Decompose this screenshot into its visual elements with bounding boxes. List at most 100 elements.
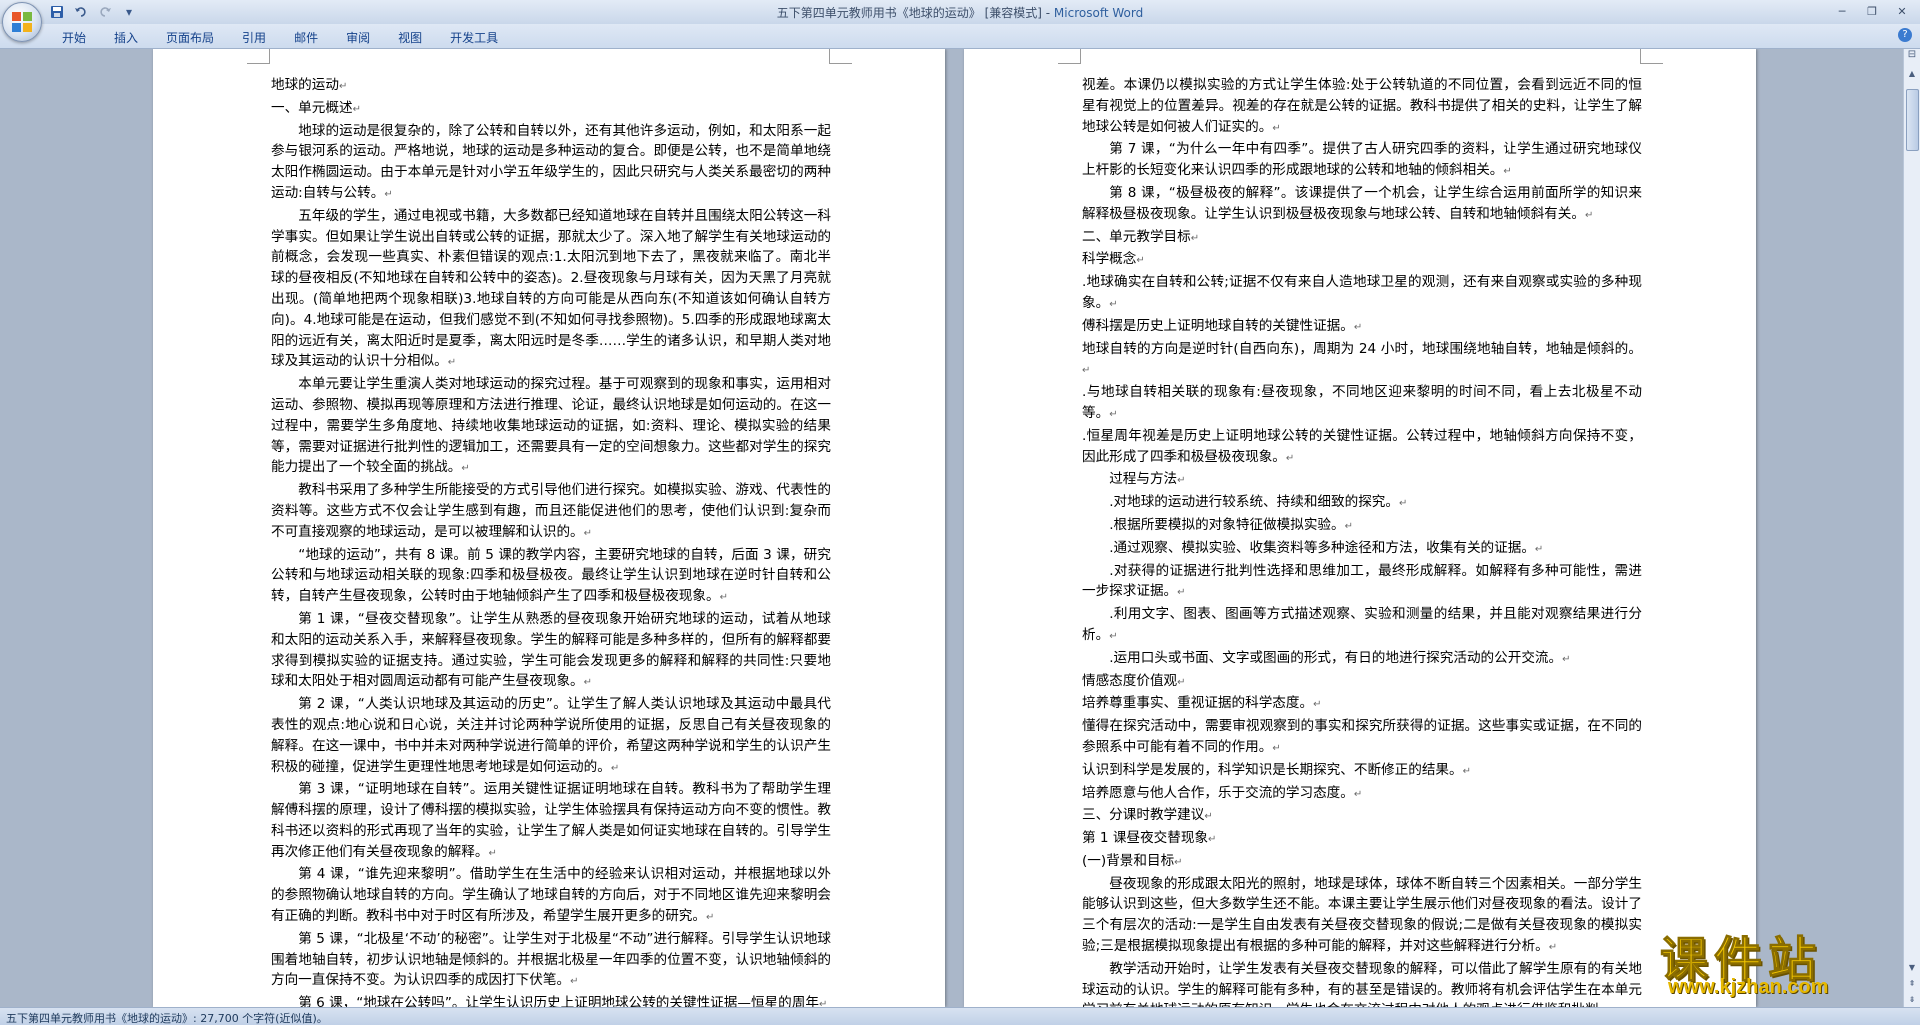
paragraph[interactable]: 培养愿意与他人合作，乐于交流的学习态度。↵ — [1082, 783, 1642, 806]
paragraph[interactable]: .根据所要模拟的对象特征做模拟实验。↵ — [1082, 515, 1642, 538]
paragraph-mark-icon: ↵ — [1136, 255, 1145, 267]
paragraph-text: .根据所要模拟的对象特征做模拟实验。 — [1109, 516, 1345, 533]
document-page-2[interactable]: 视差。本课仍以模拟实验的方式让学生体验:处于公转轨道的不同位置，会看到远近不同的… — [964, 49, 1756, 1007]
paragraph[interactable]: 第 1 课，“昼夜交替现象”。让学生从熟悉的昼夜现象开始研究地球的运动，试着从地… — [271, 609, 831, 694]
paragraph[interactable]: 本单元要让学生重演人类对地球运动的探究过程。基于可观察到的现象和事实，运用相对运… — [271, 374, 831, 480]
watermark: 课件站 www.kjzhan.com — [1659, 920, 1910, 1000]
paragraph-text: 二、单元教学目标 — [1082, 228, 1191, 245]
paragraph[interactable]: 懂得在探究活动中，需要审视观察到的事实和探究所获得的证据。这些事实或证据，在不同… — [1082, 716, 1642, 760]
paragraph-mark-icon: ↵ — [1109, 408, 1118, 420]
page-2-text[interactable]: 视差。本课仍以模拟实验的方式让学生体验:处于公转轨道的不同位置，会看到远近不同的… — [1082, 75, 1642, 1007]
paragraph[interactable]: 三、分课时教学建议↵ — [1082, 805, 1642, 828]
paragraph-text: .通过观察、模拟实验、收集资料等多种途径和方法，收集有关的证据。 — [1109, 539, 1535, 556]
paragraph[interactable]: 第 3 课，“证明地球在自转”。运用关键性证据证明地球在自转。教科书为了帮助学生… — [271, 779, 831, 864]
paragraph[interactable]: .对地球的运动进行较系统、持续和细致的探究。↵ — [1082, 492, 1642, 515]
help-icon[interactable]: ? — [1898, 28, 1912, 42]
paragraph[interactable]: “地球的运动”，共有 8 课。前 5 课的教学内容，主要研究地球的自转，后面 3… — [271, 545, 831, 609]
paragraph[interactable]: 第 7 课，“为什么一年中有四季”。提供了古人研究四季的资料，让学生通过研究地球… — [1082, 139, 1642, 183]
margin-mark — [1640, 49, 1663, 64]
status-bar: 五下第四单元教师用书《地球的运动》: 27,700 个字符(近似值)。 — [0, 1007, 1920, 1025]
paragraph-text: 教学活动开始时，让学生发表有关昼夜交替现象的解释，可以借此了解学生原有的有关地球… — [1082, 960, 1642, 1007]
paragraph[interactable]: 情感态度价值观↵ — [1082, 671, 1642, 694]
paragraph-text: .对获得的证据进行批判性选择和思维加工，最终形成解释。如解释有多种可能性，需进一… — [1082, 562, 1642, 600]
paragraph-mark-icon: ↵ — [488, 847, 497, 859]
paragraph[interactable]: 第 4 课，“谁先迎来黎明”。借助学生在生活中的经验来认识相对运动，并根据地球以… — [271, 864, 831, 928]
paragraph-mark-icon: ↵ — [1174, 856, 1183, 868]
paragraph[interactable]: .恒星周年视差是历史上证明地球公转的关键性证据。公转过程中，地轴倾斜方向保持不变… — [1082, 426, 1642, 470]
paragraph[interactable]: .利用文字、图表、图画等方式描述观察、实验和测量的结果，并且能对观察结果进行分析… — [1082, 604, 1642, 648]
paragraph-mark-icon: ↵ — [1344, 520, 1353, 532]
paragraph[interactable]: 科学概念↵ — [1082, 249, 1642, 272]
paragraph[interactable]: .地球确实在自转和公转;证据不仅有来自人造地球卫星的观测，还有来自观察或实验的多… — [1082, 272, 1642, 316]
tab-view[interactable]: 视图 — [384, 27, 436, 48]
paragraph[interactable]: 视差。本课仍以模拟实验的方式让学生体验:处于公转轨道的不同位置，会看到远近不同的… — [1082, 75, 1642, 139]
paragraph[interactable]: .对获得的证据进行批判性选择和思维加工，最终形成解释。如解释有多种可能性，需进一… — [1082, 561, 1642, 605]
tab-references[interactable]: 引用 — [228, 27, 280, 48]
tab-review[interactable]: 审阅 — [332, 27, 384, 48]
office-button[interactable] — [2, 2, 42, 42]
status-text: 五下第四单元教师用书《地球的运动》: 27,700 个字符(近似值)。 — [6, 1012, 328, 1025]
paragraph[interactable]: 地球的运动是很复杂的，除了公转和自转以外，还有其他许多运动，例如，和太阳系一起参… — [271, 121, 831, 206]
paragraph-text: 第 4 课，“谁先迎来黎明”。借助学生在生活中的经验来认识相对运动，并根据地球以… — [271, 866, 831, 925]
margin-mark — [1058, 49, 1081, 64]
paragraph[interactable]: 第 6 课，“地球在公转吗”。让学生认识历史上证明地球公转的关键性证据—恒星的周… — [271, 993, 831, 1007]
vertical-scrollbar[interactable]: ⊟ ▲ ▼ ⇞ ⇟ — [1903, 49, 1920, 1007]
paragraph[interactable]: .通过观察、模拟实验、收集资料等多种途径和方法，收集有关的证据。↵ — [1082, 538, 1642, 561]
paragraph[interactable]: 昼夜现象的形成跟太阳光的照射，地球是球体，球体不断自转三个因素相关。一部分学生能… — [1082, 874, 1642, 959]
paragraph-text: 培养愿意与他人合作，乐于交流的学习态度。 — [1082, 784, 1354, 801]
paragraph[interactable]: 第 2 课，“人类认识地球及其运动的历史”。让学生了解人类认识地球及其运动中最具… — [271, 694, 831, 779]
tab-mailings[interactable]: 邮件 — [280, 27, 332, 48]
paragraph[interactable]: 第 8 课，“极昼极夜的解释”。该课提供了一个机会，让学生综合运用前面所学的知识… — [1082, 183, 1642, 227]
tab-home[interactable]: 开始 — [48, 27, 100, 48]
paragraph[interactable]: 一、单元概述↵ — [271, 98, 831, 121]
ruler-toggle-icon[interactable]: ⊟ — [1904, 49, 1920, 65]
tab-insert[interactable]: 插入 — [100, 27, 152, 48]
paragraph-mark-icon: ↵ — [1353, 788, 1363, 800]
paragraph-mark-icon: ↵ — [1177, 676, 1186, 688]
paragraph[interactable]: .运用口头或书面、文字或图画的形式，有日的地进行探究活动的公开交流。↵ — [1082, 648, 1642, 671]
paragraph[interactable]: 傅科摆是历史上证明地球自转的关键性证据。↵ — [1082, 316, 1642, 339]
paragraph[interactable]: 第 5 课，“北极星‘不动’的秘密”。让学生对于北极星“不动”进行解释。引导学生… — [271, 929, 831, 993]
paragraph[interactable]: (一)背景和目标↵ — [1082, 851, 1642, 874]
restore-icon[interactable]: ❐ — [1858, 2, 1886, 20]
paragraph[interactable]: 培养尊重事实、重视证据的科学态度。↵ — [1082, 693, 1642, 716]
paragraph-text: 昼夜现象的形成跟太阳光的照射，地球是球体，球体不断自转三个因素相关。一部分学生能… — [1082, 875, 1642, 955]
paragraph-mark-icon: ↵ — [352, 103, 361, 115]
paragraph-mark-icon: ↵ — [1208, 834, 1217, 846]
paragraph-mark-icon: ↵ — [1398, 498, 1408, 510]
tab-developer[interactable]: 开发工具 — [436, 27, 512, 48]
paragraph[interactable]: 认识到科学是发展的，科学知识是长期探究、不断修正的结果。↵ — [1082, 760, 1642, 783]
paragraph-text: .地球确实在自转和公转;证据不仅有来自人造地球卫星的观测，还有来自观察或实验的多… — [1082, 274, 1642, 311]
paragraph[interactable]: 第 1 课昼夜交替现象↵ — [1082, 828, 1642, 851]
paragraph-text: 教科书采用了多种学生所能接受的方式引导他们进行探究。如模拟实验、游戏、代表性的资… — [271, 482, 831, 540]
scroll-up-icon[interactable]: ▲ — [1904, 65, 1920, 81]
paragraph[interactable]: 五年级的学生，通过电视或书籍，大多数都已经知道地球在自转并且围绕太阳公转这一科学… — [271, 206, 831, 374]
paragraph[interactable]: .与地球自转相关联的现象有:昼夜现象，不同地区迎来黎明的时间不同，看上去北极星不… — [1082, 382, 1642, 426]
paragraph-mark-icon: ↵ — [583, 527, 593, 539]
paragraph-mark-icon: ↵ — [1503, 166, 1512, 178]
paragraph-mark-icon: ↵ — [1272, 742, 1281, 754]
tab-page-layout[interactable]: 页面布局 — [152, 27, 228, 48]
paragraph-text: 五年级的学生，通过电视或书籍，大多数都已经知道地球在自转并且围绕太阳公转这一科学… — [271, 207, 831, 370]
paragraph-mark-icon: ↵ — [1285, 452, 1295, 464]
paragraph[interactable]: 教科书采用了多种学生所能接受的方式引导他们进行探究。如模拟实验、游戏、代表性的资… — [271, 480, 831, 544]
title-bar: ▾ 五下第四单元教师用书《地球的运动》 [兼容模式] - Microsoft W… — [0, 0, 1920, 25]
paragraph-text: “地球的运动”，共有 8 课。前 5 课的教学内容，主要研究地球的自转，后面 3… — [271, 546, 831, 605]
paragraph-mark-icon: ↵ — [1534, 543, 1544, 555]
paragraph-text: 视差。本课仍以模拟实验的方式让学生体验:处于公转轨道的不同位置，会看到远近不同的… — [1082, 77, 1642, 135]
scrollbar-thumb[interactable] — [1906, 89, 1919, 151]
minimize-icon[interactable]: ─ — [1828, 2, 1856, 20]
document-area[interactable]: 地球的运动↵ 一、单元概述↵ 地球的运动是很复杂的，除了公转和自转以外，还有其他许多… — [0, 49, 1904, 1007]
page-1-text[interactable]: 地球的运动↵ 一、单元概述↵ 地球的运动是很复杂的，除了公转和自转以外，还有其他许多… — [271, 75, 831, 1007]
paragraph[interactable]: 教学活动开始时，让学生发表有关昼夜交替现象的解释，可以借此了解学生原有的有关地球… — [1082, 959, 1642, 1007]
paragraph[interactable]: 地球自转的方向是逆时针(自西向东)，周期为 24 小时，地球围绕地轴自转，地轴是… — [1082, 339, 1642, 383]
paragraph-mark-icon: ↵ — [583, 677, 593, 689]
paragraph-text: 第 1 课昼夜交替现象 — [1082, 830, 1209, 847]
paragraph[interactable]: 二、单元教学目标↵ — [1082, 227, 1642, 250]
document-page-1[interactable]: 地球的运动↵ 一、单元概述↵ 地球的运动是很复杂的，除了公转和自转以外，还有其他许多… — [153, 49, 945, 1007]
paragraph[interactable]: 过程与方法↵ — [1082, 469, 1642, 492]
close-icon[interactable]: ✕ — [1888, 2, 1916, 20]
paragraph-text: .与地球自转相关联的现象有:昼夜现象，不同地区迎来黎明的时间不同，看上去北极星不… — [1082, 384, 1642, 421]
paragraph-text: .利用文字、图表、图画等方式描述观察、实验和测量的结果，并且能对观察结果进行分析… — [1082, 606, 1642, 643]
paragraph[interactable]: 地球的运动↵ — [271, 75, 831, 98]
